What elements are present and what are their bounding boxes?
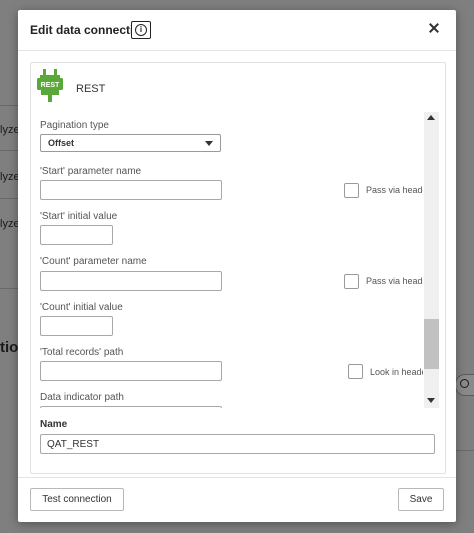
scrollbar-thumb[interactable] [424, 319, 439, 369]
total-records-label: 'Total records' path [40, 347, 124, 358]
close-icon[interactable] [426, 20, 442, 36]
count-param-label: 'Count' parameter name [40, 256, 147, 267]
settings-scroll-area[interactable]: Pagination type Offset 'Start' parameter… [31, 108, 423, 408]
test-connection-button[interactable]: Test connection [30, 488, 124, 511]
count-initial-input[interactable] [40, 316, 113, 336]
count-pass-via-header-checkbox[interactable] [344, 274, 359, 289]
pagination-type-label: Pagination type [40, 120, 109, 131]
background-divider [0, 198, 18, 199]
rest-plug-icon: REST [37, 69, 63, 102]
background-divider [0, 105, 18, 106]
data-indicator-label: Data indicator path [40, 392, 124, 403]
start-param-input[interactable] [40, 180, 222, 200]
look-in-header-label: Look in header [370, 367, 423, 377]
total-records-input[interactable] [40, 361, 222, 381]
search-icon [460, 379, 469, 388]
info-icon: i [135, 24, 147, 36]
background-search [455, 374, 474, 396]
edit-connection-dialog: Edit data connection i REST REST Paginat… [18, 10, 456, 522]
pagination-type-select[interactable]: Offset [40, 134, 221, 152]
caret-down-icon [205, 141, 213, 146]
scroll-down-icon[interactable] [427, 398, 435, 403]
background-divider [0, 288, 18, 289]
name-label: Name [40, 419, 68, 430]
footer-divider [18, 477, 456, 478]
look-in-header-checkbox[interactable] [348, 364, 363, 379]
start-pass-via-header-label: Pass via header [366, 185, 423, 195]
pagination-type-value: Offset [48, 138, 75, 148]
start-pass-via-header-checkbox[interactable] [344, 183, 359, 198]
start-param-label: 'Start' parameter name [40, 166, 142, 177]
background-row-text: lyze [0, 218, 20, 230]
background-divider [0, 150, 18, 151]
connection-name-input[interactable] [40, 434, 435, 454]
start-initial-label: 'Start' initial value [40, 211, 118, 222]
info-button[interactable]: i [131, 21, 151, 39]
start-initial-input[interactable] [40, 225, 113, 245]
connection-settings-panel: REST REST Pagination type Offset 'Start'… [30, 62, 446, 474]
header-divider [18, 50, 456, 51]
settings-scrollbar[interactable] [424, 112, 439, 408]
count-initial-label: 'Count' initial value [40, 302, 123, 313]
logo-text: REST [41, 82, 60, 89]
background-row-text: lyze [0, 171, 20, 183]
count-param-input[interactable] [40, 271, 222, 291]
scroll-up-icon[interactable] [427, 115, 435, 120]
data-indicator-input[interactable] [40, 406, 222, 408]
count-pass-via-header-label: Pass via header [366, 276, 423, 286]
background-heading: tion [0, 339, 18, 356]
background-row-text: lyze [0, 124, 20, 136]
connector-name: REST [76, 83, 106, 95]
background-divider [456, 450, 474, 451]
save-button[interactable]: Save [398, 488, 444, 511]
